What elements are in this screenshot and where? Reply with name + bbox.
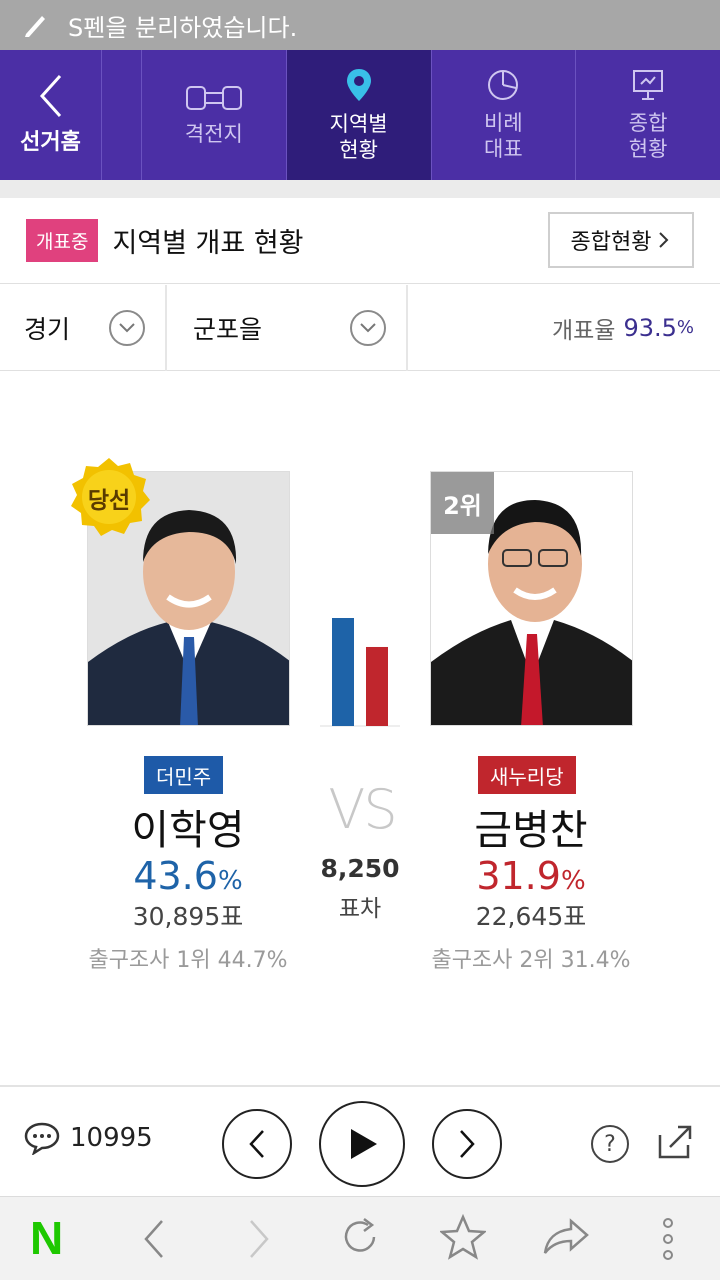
candidate-1-percent-value: 43.6 xyxy=(133,854,218,898)
district-dropdown[interactable]: 군포을 xyxy=(167,285,408,371)
bookmark-star-icon[interactable] xyxy=(440,1214,486,1260)
district-value: 군포을 xyxy=(193,315,263,344)
vote-margin: 8,250 xyxy=(320,854,400,883)
browser-back-icon[interactable] xyxy=(140,1217,170,1261)
back-label: 선거홈 xyxy=(20,130,81,155)
chevron-left-icon xyxy=(249,1130,264,1158)
speech-bubble-icon xyxy=(24,1122,60,1155)
count-rate-label: 개표율 xyxy=(551,317,616,344)
candidate-1-name: 이학영 xyxy=(131,806,245,854)
page-title: 지역별 개표 현황 xyxy=(112,228,304,259)
candidate-1-percent-unit: % xyxy=(217,866,243,896)
candidate-2-party-badge: 새누리당 xyxy=(478,756,576,794)
vote-bar-1 xyxy=(332,618,354,726)
vote-margin-label: 표차 xyxy=(338,896,382,922)
tab-proportional-label: 비례 대표 xyxy=(484,111,523,161)
winner-badge: 당선 xyxy=(68,456,150,538)
help-icon[interactable]: ? xyxy=(591,1125,629,1163)
rank-badge: 2위 xyxy=(431,472,494,534)
chevron-down-icon xyxy=(350,310,386,346)
next-button[interactable] xyxy=(432,1109,502,1179)
chevron-right-icon xyxy=(659,232,669,248)
bottom-controls: 10995 ? xyxy=(0,1085,720,1195)
page-header: 개표중 지역별 개표 현황 종합현황 xyxy=(0,198,720,284)
comments-button[interactable]: 10995 xyxy=(24,1121,153,1155)
tab-overall-status-label: 종합 현황 xyxy=(628,111,668,161)
candidate-1-exit-poll: 출구조사 1위 44.7% xyxy=(88,948,288,973)
candidate-2-percent-value: 31.9 xyxy=(476,854,561,898)
status-bar: S펜을 분리하였습니다. xyxy=(0,0,720,50)
battlefield-icon xyxy=(185,86,242,110)
naver-home-logo[interactable]: N xyxy=(30,1211,63,1265)
election-nav: 선거홈 격전지 지역별 현황 비례 대표 종합 현황 xyxy=(0,50,720,180)
presentation-board-icon xyxy=(633,70,664,100)
back-to-election-home-button[interactable]: 선거홈 xyxy=(0,50,102,180)
chevron-left-icon xyxy=(39,74,61,118)
candidate-2-votes: 22,645표 xyxy=(475,902,587,931)
candidate-1-votes: 30,895표 xyxy=(132,902,244,931)
browser-toolbar: N xyxy=(0,1196,720,1280)
candidate-2-percent: 31.9% xyxy=(411,854,651,898)
tab-region-status[interactable]: 지역별 현황 xyxy=(286,50,432,180)
winner-badge-label: 당선 xyxy=(87,488,131,514)
previous-button[interactable] xyxy=(222,1109,292,1179)
candidate-2-exit-poll: 출구조사 2위 31.4% xyxy=(431,948,631,973)
play-icon xyxy=(351,1129,377,1159)
section-divider xyxy=(0,180,720,198)
live-count-badge: 개표중 xyxy=(26,219,99,262)
candidate-2-percent-unit: % xyxy=(560,866,586,896)
vote-comparison-bars xyxy=(320,618,400,727)
overall-status-button[interactable]: 종합현황 xyxy=(548,212,694,268)
versus-label: VS xyxy=(328,778,397,841)
refresh-icon[interactable] xyxy=(338,1215,382,1259)
tab-battlefield-label: 격전지 xyxy=(184,122,243,146)
tab-region-status-label: 지역별 현황 xyxy=(329,112,388,162)
count-rate-unit: % xyxy=(676,317,694,338)
pie-chart-icon xyxy=(488,70,519,100)
overall-status-label: 종합현황 xyxy=(570,230,652,255)
candidate-1-percent: 43.6% xyxy=(68,854,308,898)
more-options-icon[interactable] xyxy=(660,1217,676,1261)
browser-forward-icon[interactable] xyxy=(243,1217,273,1261)
count-rate: 개표율 93.5% xyxy=(408,285,720,370)
location-pin-icon xyxy=(346,69,371,101)
s-pen-icon xyxy=(25,16,45,37)
candidate-2-name: 금병찬 xyxy=(474,806,588,854)
comment-count: 10995 xyxy=(70,1123,153,1153)
chevron-down-icon xyxy=(109,310,145,346)
count-rate-value: 93.5 xyxy=(623,313,677,342)
tab-overall-status[interactable]: 종합 현황 xyxy=(576,50,720,180)
nav-spacer xyxy=(102,50,142,180)
region-filter-bar: 경기 군포을 개표율 93.5% xyxy=(0,285,720,371)
tab-battlefield[interactable]: 격전지 xyxy=(142,50,287,180)
chevron-right-icon xyxy=(460,1130,475,1158)
province-value: 경기 xyxy=(24,315,71,344)
share-arrow-icon[interactable] xyxy=(543,1217,589,1257)
tab-proportional[interactable]: 비례 대표 xyxy=(432,50,577,180)
vote-bar-2 xyxy=(366,646,388,726)
share-icon[interactable] xyxy=(656,1123,694,1161)
play-button[interactable] xyxy=(319,1101,405,1187)
province-dropdown[interactable]: 경기 xyxy=(0,285,167,371)
candidate-1-party-badge: 더민주 xyxy=(144,756,224,794)
status-message: S펜을 분리하였습니다. xyxy=(68,13,298,42)
